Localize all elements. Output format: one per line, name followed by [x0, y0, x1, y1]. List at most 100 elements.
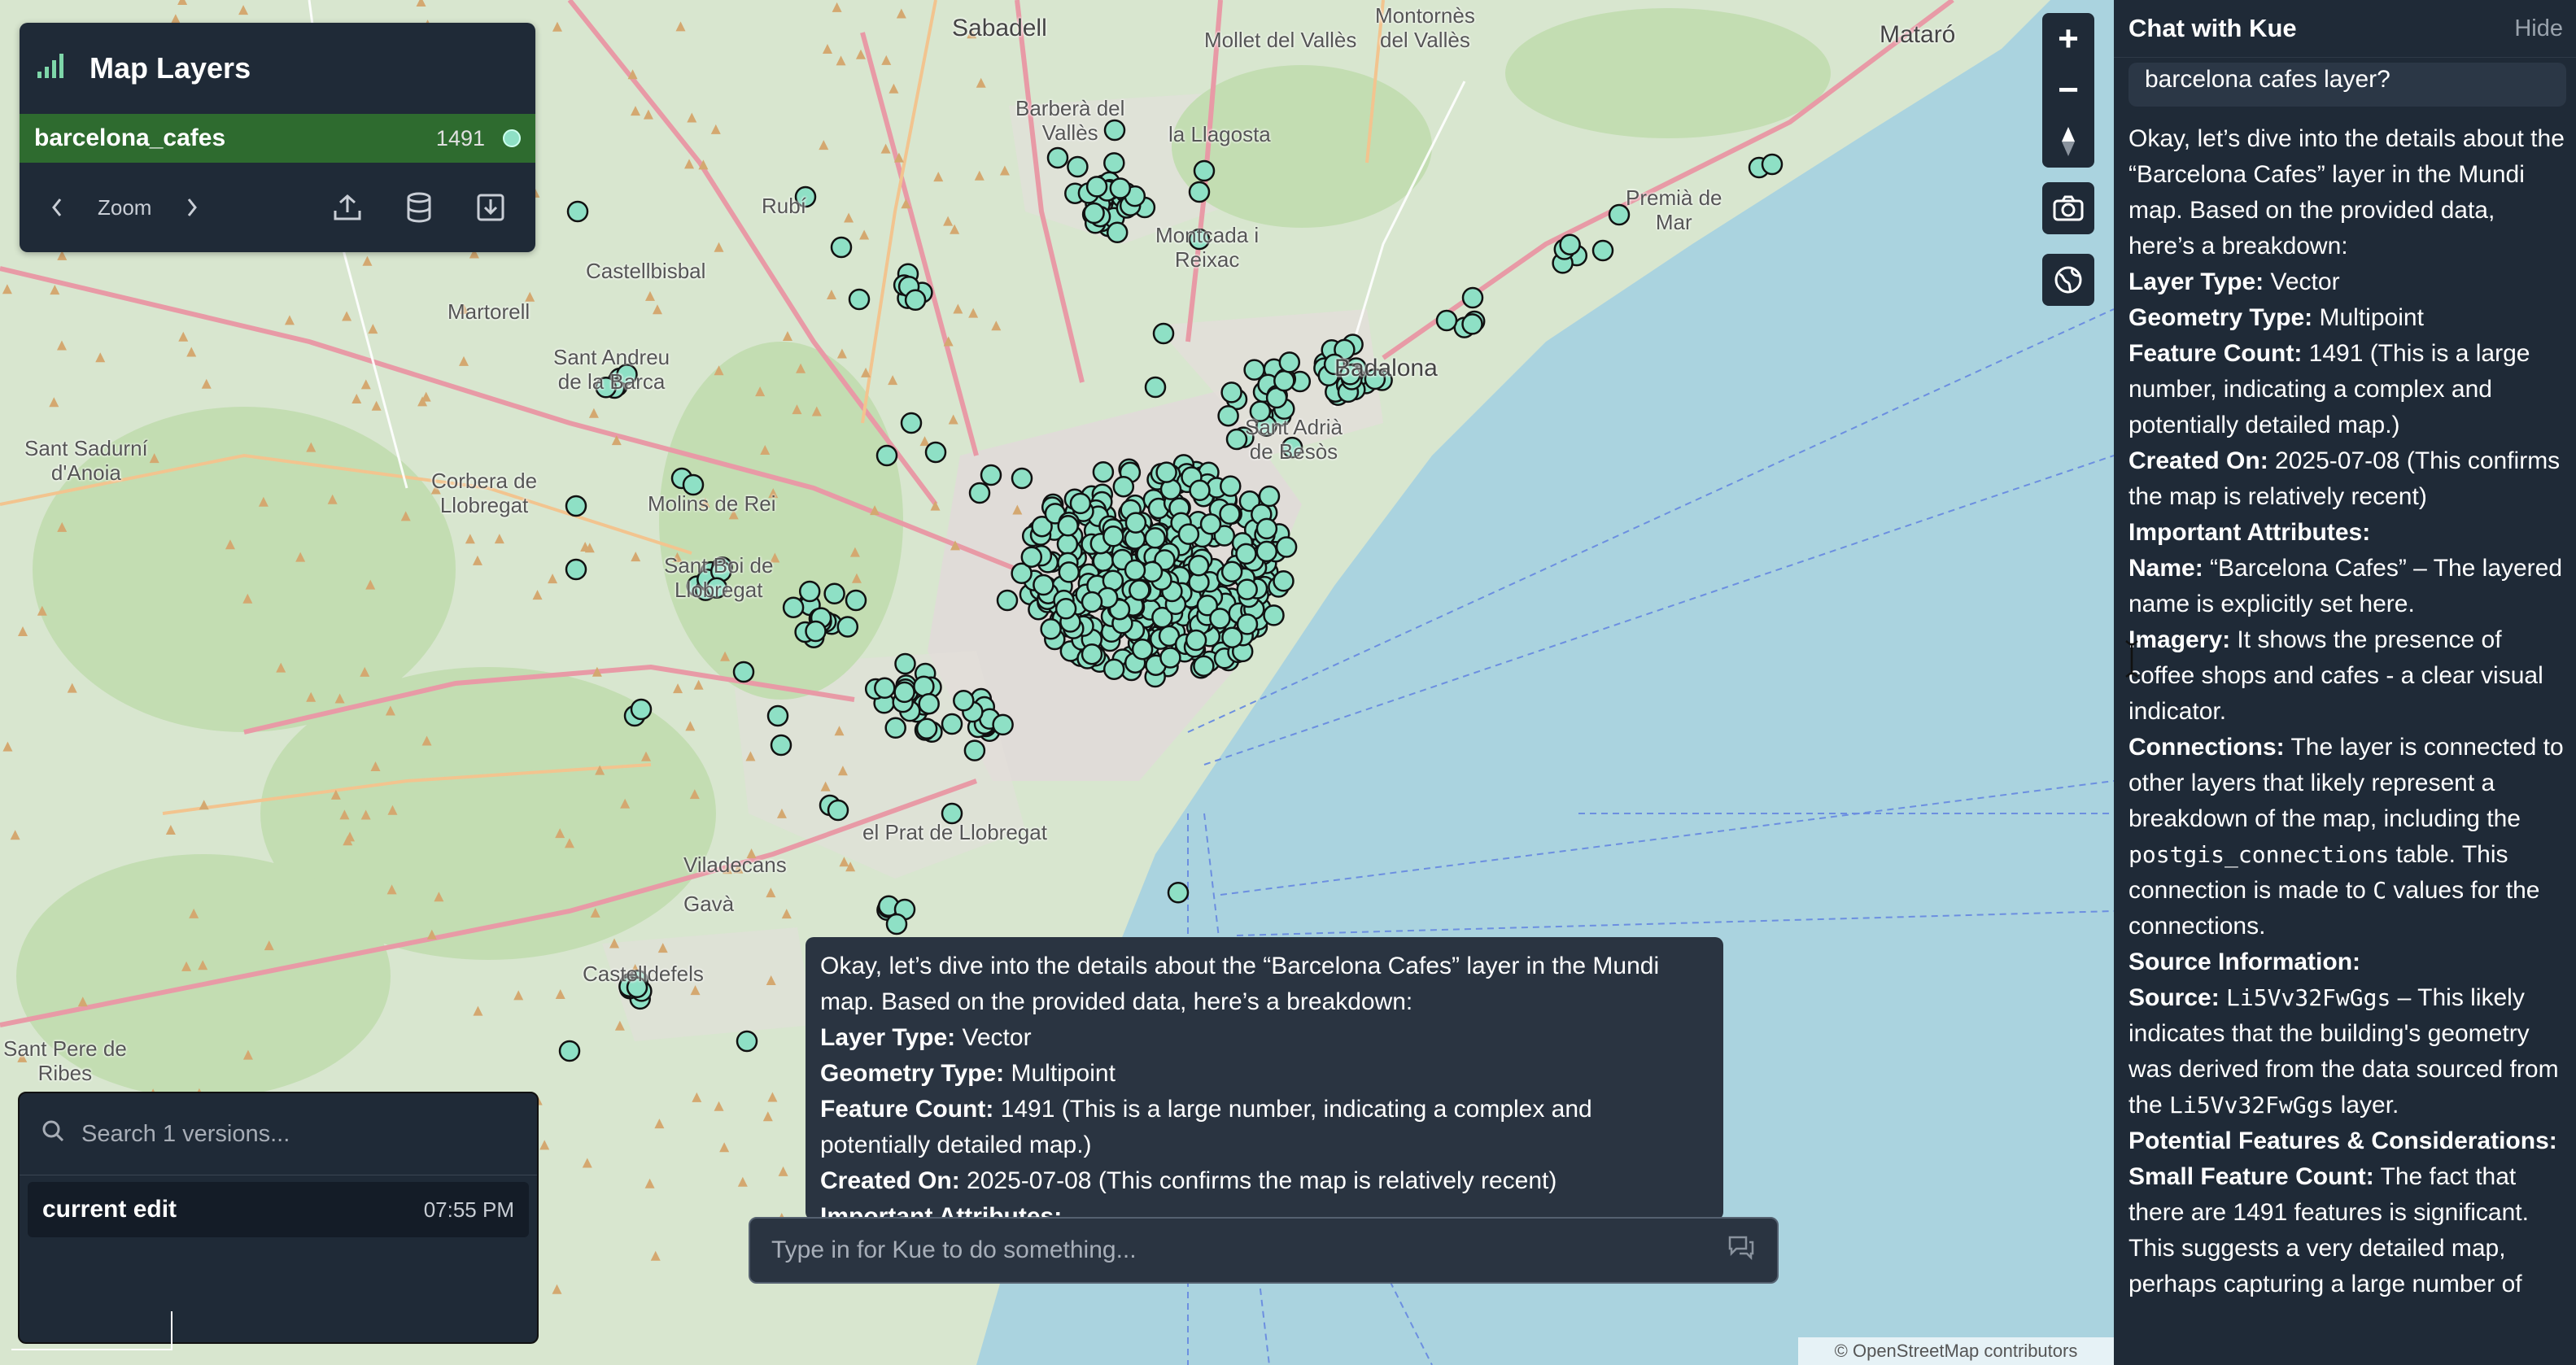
cafe-marker[interactable] [1236, 578, 1258, 600]
cafe-marker[interactable] [885, 913, 908, 935]
cafe-marker[interactable] [770, 734, 792, 757]
cafe-marker[interactable] [968, 482, 991, 504]
cafe-marker[interactable] [1189, 479, 1211, 502]
cafe-marker[interactable] [1235, 543, 1257, 565]
cafe-marker[interactable] [805, 620, 827, 643]
cafe-marker[interactable] [1209, 608, 1231, 630]
cafe-marker[interactable] [894, 652, 916, 675]
cafe-marker[interactable] [1258, 485, 1281, 508]
cafe-marker[interactable] [1159, 647, 1181, 669]
cafe-marker[interactable] [1106, 221, 1129, 244]
cafe-marker[interactable] [1144, 527, 1166, 549]
chevron-right-icon[interactable] [184, 196, 200, 219]
cafe-marker[interactable] [1461, 313, 1483, 335]
cafe-marker[interactable] [1081, 643, 1103, 665]
cafe-marker[interactable] [1187, 555, 1210, 577]
cafe-marker[interactable] [1054, 598, 1077, 620]
zoom-in-button[interactable]: + [2042, 13, 2094, 64]
cafe-marker[interactable] [1255, 540, 1278, 563]
search-input[interactable]: Search 1 versions... [81, 1121, 290, 1148]
cafe-marker[interactable] [1040, 618, 1062, 640]
cafe-marker[interactable] [1761, 153, 1784, 176]
cafe-marker[interactable] [1129, 579, 1150, 601]
cafe-marker[interactable] [798, 580, 821, 603]
cafe-marker[interactable] [1188, 181, 1211, 203]
cafe-marker[interactable] [565, 495, 587, 517]
cafe-marker[interactable] [845, 589, 867, 612]
cafe-marker[interactable] [1011, 467, 1033, 490]
cafe-marker[interactable] [1112, 475, 1135, 498]
cafe-marker[interactable] [766, 704, 789, 727]
cafe-marker[interactable] [1193, 655, 1215, 677]
cafe-marker[interactable] [1020, 546, 1043, 568]
cafe-marker[interactable] [874, 677, 896, 700]
cafe-marker[interactable] [1220, 382, 1242, 403]
screenshot-button[interactable] [2042, 182, 2094, 234]
cafe-marker[interactable] [980, 464, 1002, 486]
versions-search[interactable]: Search 1 versions... [20, 1093, 537, 1175]
cafe-marker[interactable] [918, 692, 940, 715]
cafe-marker[interactable] [1109, 177, 1132, 199]
cafe-marker[interactable] [1217, 404, 1239, 427]
cafe-marker[interactable] [1102, 526, 1124, 547]
cafe-marker[interactable] [736, 1030, 758, 1053]
chat-send-icon[interactable] [1727, 1234, 1756, 1267]
cafe-marker[interactable] [1278, 351, 1301, 373]
cafe-marker[interactable] [848, 288, 871, 311]
cafe-marker[interactable] [915, 717, 938, 740]
database-icon[interactable] [405, 192, 433, 223]
cafe-marker[interactable] [1236, 613, 1259, 635]
cafe-marker[interactable] [830, 236, 853, 259]
map-attribution[interactable]: © OpenStreetMap contributors [1798, 1337, 2114, 1365]
cafe-marker[interactable] [1144, 376, 1167, 399]
cafe-marker[interactable] [836, 616, 859, 638]
cafe-marker[interactable] [823, 582, 845, 605]
cafe-marker[interactable] [1199, 513, 1222, 535]
cafe-marker[interactable] [1219, 503, 1241, 526]
hide-chat-button[interactable]: Hide [2514, 15, 2563, 42]
cafe-marker[interactable] [630, 698, 653, 721]
cafe-marker[interactable] [1273, 570, 1295, 592]
cafe-marker[interactable] [1167, 882, 1190, 904]
kue-prompt-input[interactable]: Type in for Kue to do something... [749, 1217, 1779, 1284]
cafe-marker[interactable] [1083, 202, 1105, 225]
cafe-marker[interactable] [1102, 658, 1125, 680]
cafe-marker[interactable] [1081, 591, 1103, 613]
cafe-marker[interactable] [913, 675, 935, 697]
cafe-marker[interactable] [1263, 604, 1285, 626]
cafe-marker[interactable] [827, 799, 849, 822]
zoom-out-button[interactable]: − [2042, 64, 2094, 116]
cafe-marker[interactable] [1085, 176, 1108, 198]
cafe-marker[interactable] [1220, 560, 1243, 583]
cafe-marker[interactable] [1057, 515, 1079, 537]
cafe-marker[interactable] [1092, 550, 1115, 572]
cafe-marker[interactable] [884, 717, 906, 739]
cafe-marker[interactable] [1273, 369, 1295, 392]
cafe-marker[interactable] [1155, 461, 1177, 483]
cafe-marker[interactable] [1058, 561, 1081, 583]
cafe-marker[interactable] [996, 589, 1019, 612]
cafe-marker[interactable] [566, 200, 589, 223]
cafe-marker[interactable] [893, 681, 915, 704]
cafe-marker[interactable] [1220, 475, 1242, 497]
cafe-marker[interactable] [900, 412, 923, 434]
cafe-marker[interactable] [1559, 233, 1581, 255]
cafe-marker[interactable] [1092, 460, 1115, 483]
cafe-marker[interactable] [963, 739, 986, 761]
cafe-marker[interactable] [565, 558, 587, 581]
cafe-marker[interactable] [1461, 286, 1484, 309]
cafe-marker[interactable] [1033, 573, 1054, 596]
cafe-marker[interactable] [1131, 638, 1154, 661]
cafe-marker[interactable] [1046, 146, 1069, 169]
cafe-marker[interactable] [992, 713, 1014, 736]
cafe-marker[interactable] [1124, 559, 1146, 582]
cafe-marker[interactable] [941, 713, 963, 735]
basemap-button[interactable] [2042, 254, 2094, 306]
cafe-marker[interactable] [1435, 309, 1458, 332]
cafe-marker[interactable] [1193, 159, 1216, 182]
cafe-marker[interactable] [1275, 536, 1298, 558]
cafe-marker[interactable] [732, 661, 755, 683]
cafe-marker[interactable] [1255, 517, 1278, 540]
compass-icon[interactable] [2042, 116, 2094, 168]
cafe-marker[interactable] [558, 1040, 581, 1062]
